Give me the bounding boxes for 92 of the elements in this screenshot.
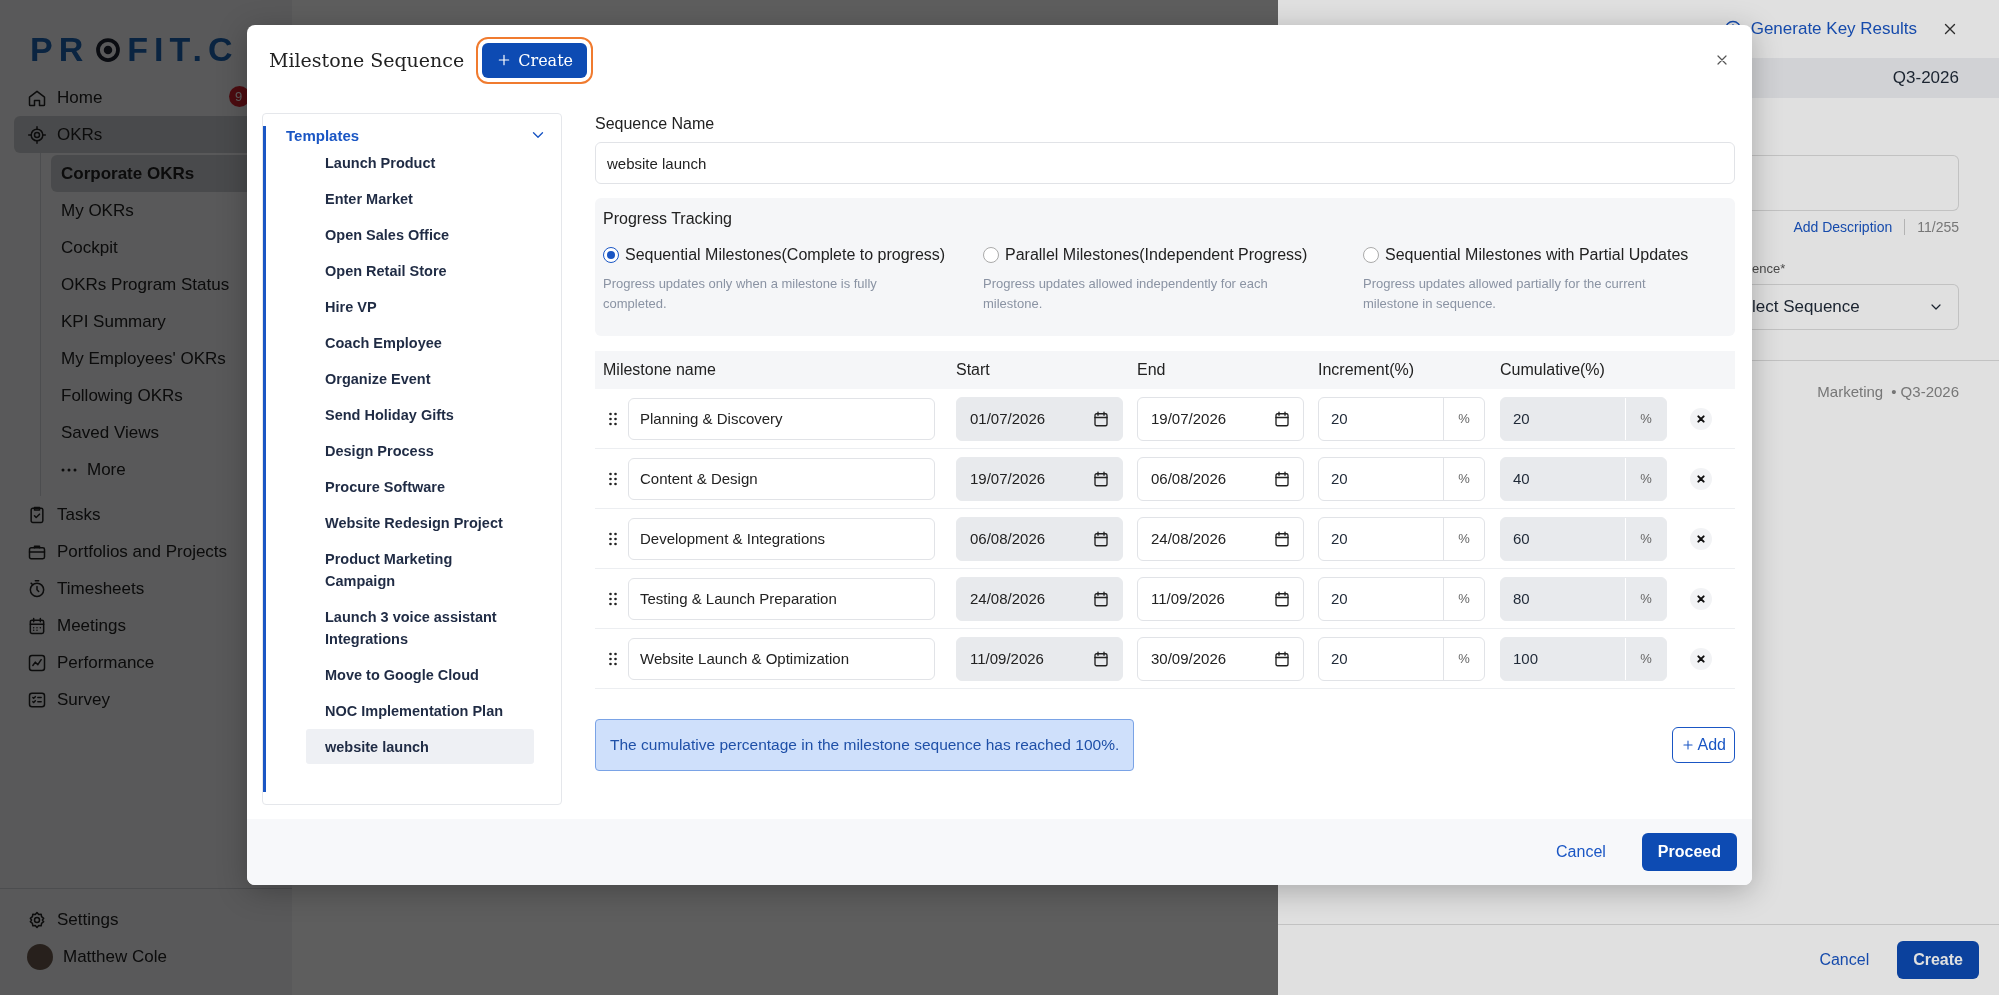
milestone-name-field[interactable]: Testing & Launch Preparation bbox=[628, 577, 935, 620]
template-item[interactable]: website launch bbox=[306, 729, 534, 764]
calendar-icon bbox=[1273, 589, 1291, 608]
field-label: Sequence Name bbox=[595, 115, 716, 133]
column-header: Increment(%) bbox=[1318, 361, 1416, 379]
info-alert: The cumulative percentage in the milestone sequence has reached 100%. bbox=[595, 719, 1135, 771]
team-label: Marketing bbox=[1817, 383, 1884, 400]
cumulative-field: 60 % bbox=[1500, 516, 1667, 561]
radio-icon[interactable] bbox=[983, 247, 999, 263]
cumulative-field: 20 % bbox=[1500, 396, 1667, 441]
radio-option[interactable]: Sequential Milestones(Complete to progress) bbox=[603, 246, 983, 264]
section-title: Progress Tracking bbox=[603, 210, 733, 228]
calendar-icon bbox=[1092, 649, 1110, 668]
cancel-button[interactable]: Cancel bbox=[1550, 842, 1612, 862]
proceed-button[interactable]: Proceed bbox=[1641, 833, 1737, 871]
settings-icon bbox=[27, 909, 47, 930]
calendar-icon bbox=[1273, 649, 1291, 668]
calendar-icon bbox=[1092, 409, 1110, 428]
column-header: Milestone name bbox=[603, 361, 717, 379]
period-label: Q3-2026 bbox=[1892, 68, 1959, 88]
end-date-field[interactable]: 30/09/2026 bbox=[1137, 636, 1304, 681]
calendar-icon bbox=[1273, 469, 1291, 488]
create-button[interactable]: Create bbox=[1897, 941, 1979, 979]
calendar-icon bbox=[27, 615, 47, 636]
cumulative-field: 40 % bbox=[1500, 456, 1667, 501]
calendar-icon bbox=[1273, 409, 1291, 428]
increment-field[interactable]: 20 % bbox=[1318, 516, 1485, 561]
avatar-icon bbox=[27, 943, 53, 970]
increment-field[interactable]: 20 % bbox=[1318, 636, 1485, 681]
end-date-field[interactable]: 24/08/2026 bbox=[1137, 516, 1304, 561]
template-item[interactable]: Launch Product bbox=[306, 145, 534, 180]
increment-field[interactable]: 20 % bbox=[1318, 576, 1485, 621]
template-item[interactable]: Procure Software bbox=[306, 469, 534, 504]
option-description: Progress updates allowed independently for each milestone. bbox=[983, 275, 1269, 313]
milestone-name-field[interactable]: Planning & Discovery bbox=[628, 397, 935, 440]
template-item[interactable]: Design Process bbox=[306, 433, 534, 468]
increment-field[interactable]: 20 % bbox=[1318, 396, 1485, 441]
template-item[interactable]: NOC Implementation Plan bbox=[306, 693, 534, 728]
template-item[interactable]: Hire VP bbox=[306, 289, 534, 324]
field-label: ence* bbox=[1751, 261, 1787, 276]
template-item[interactable]: Launch 3 voice assistant Integrations bbox=[306, 599, 534, 656]
option-description: Progress updates allowed partially for the current milestone in sequence. bbox=[1363, 275, 1647, 313]
end-date-field[interactable]: 19/07/2026 bbox=[1137, 396, 1304, 441]
cumulative-field: 80 % bbox=[1500, 576, 1667, 621]
template-item[interactable]: Open Sales Office bbox=[306, 217, 534, 252]
target-icon bbox=[27, 124, 47, 145]
end-date-field[interactable]: 06/08/2026 bbox=[1137, 456, 1304, 501]
calendar-icon bbox=[1092, 469, 1110, 488]
option-description: Progress updates only when a milestone is fully completed. bbox=[603, 275, 878, 313]
template-item[interactable]: Move to Google Cloud bbox=[306, 657, 534, 692]
logo-text: FIT.C bbox=[127, 30, 239, 69]
template-item[interactable]: Website Redesign Project bbox=[306, 505, 534, 540]
add-button[interactable]: Add bbox=[1671, 727, 1735, 763]
delete-button[interactable] bbox=[1690, 467, 1712, 490]
sequence-name-field[interactable]: website launch bbox=[595, 142, 1735, 184]
character-counter: 11/255 bbox=[1917, 219, 1959, 235]
cumulative-field: 100 % bbox=[1500, 636, 1667, 681]
radio-option[interactable]: Parallel Milestones(Independent Progress) bbox=[983, 246, 1363, 264]
column-header: Cumulative(%) bbox=[1500, 361, 1606, 379]
radio-option[interactable]: Sequential Milestones with Partial Updates bbox=[1363, 246, 1727, 264]
calendar-icon bbox=[1273, 529, 1291, 548]
logo-text: PR bbox=[30, 30, 90, 69]
templates-heading[interactable]: Templates bbox=[286, 126, 360, 144]
calendar-icon bbox=[1092, 529, 1110, 548]
template-item[interactable]: Enter Market bbox=[306, 181, 534, 216]
increment-field[interactable]: 20 % bbox=[1318, 456, 1485, 501]
radio-icon[interactable] bbox=[603, 247, 619, 263]
column-header: End bbox=[1137, 361, 1167, 379]
delete-button[interactable] bbox=[1690, 407, 1712, 430]
template-item[interactable]: Open Retail Store bbox=[306, 253, 534, 288]
milestone-name-field[interactable]: Development & Integrations bbox=[628, 517, 935, 560]
milestone-name-field[interactable]: Website Launch & Optimization bbox=[628, 637, 935, 680]
dialog-title: Milestone Sequence bbox=[269, 49, 465, 71]
delete-button[interactable] bbox=[1690, 527, 1712, 550]
template-item[interactable]: Coach Employee bbox=[306, 325, 534, 360]
column-header: Start bbox=[956, 361, 991, 379]
more-icon bbox=[61, 467, 77, 472]
delete-button[interactable] bbox=[1690, 647, 1712, 670]
milestone-name-field[interactable]: Content & Design bbox=[628, 457, 935, 500]
clipboard-check-icon bbox=[27, 504, 47, 525]
template-item[interactable]: Send Holiday Gifts bbox=[306, 397, 534, 432]
plus-icon bbox=[1680, 738, 1695, 752]
delete-button[interactable] bbox=[1690, 587, 1712, 610]
period-label: • Q3-2026 bbox=[1891, 383, 1959, 400]
end-date-field[interactable]: 11/09/2026 bbox=[1137, 576, 1304, 621]
radio-icon[interactable] bbox=[1363, 247, 1379, 263]
template-item[interactable]: Organize Event bbox=[306, 361, 534, 396]
template-item[interactable]: Product Marketing Campaign bbox=[306, 541, 534, 598]
cancel-button[interactable]: Cancel bbox=[1813, 950, 1876, 970]
stopwatch-icon bbox=[27, 578, 47, 599]
add-description-link[interactable]: Add Description bbox=[1793, 219, 1906, 235]
calendar-icon bbox=[1092, 589, 1110, 608]
